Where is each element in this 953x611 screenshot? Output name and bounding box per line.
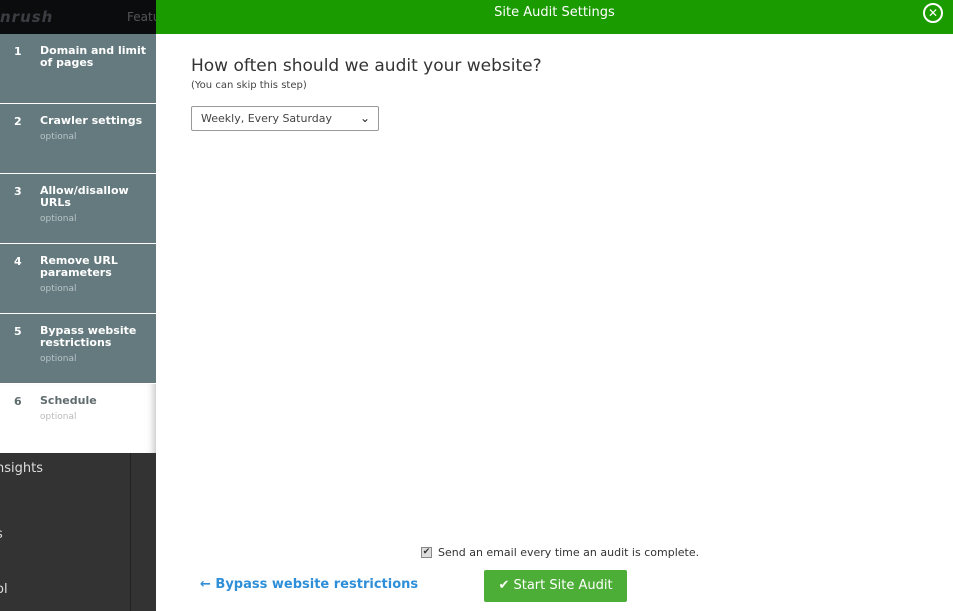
step-title: Bypass website restrictions optional <box>40 324 137 365</box>
site-audit-settings-modal: Site Audit Settings ✕ How often should w… <box>156 0 953 611</box>
sidebar-item[interactable]: ol <box>0 582 8 597</box>
email-label: Send an email every time an audit is com… <box>438 546 700 559</box>
arrow-left-icon: ← <box>200 577 216 592</box>
divider <box>130 453 131 611</box>
step-title: Allow/disallow URLs optional <box>40 184 129 225</box>
step-number: 2 <box>14 115 22 128</box>
step-url-params[interactable]: 4 Remove URL parameters optional <box>0 244 156 314</box>
step-number: 4 <box>14 255 22 268</box>
background-sidebar: nsights s ol <box>0 453 156 611</box>
step-title: Remove URL parameters optional <box>40 254 118 295</box>
step-title: Domain and limit of pages <box>40 44 146 69</box>
step-crawler[interactable]: 2 Crawler settings optional <box>0 104 156 174</box>
schedule-value: Weekly, Every Saturday <box>201 112 333 125</box>
wizard-steps: 1 Domain and limit of pages 2 Crawler sett… <box>0 34 156 453</box>
modal-title: Site Audit Settings <box>494 5 615 20</box>
step-number: 5 <box>14 325 22 338</box>
step-allow-disallow[interactable]: 3 Allow/disallow URLs optional <box>0 174 156 244</box>
step-number: 3 <box>14 185 22 198</box>
step-schedule[interactable]: 6 Schedule optional <box>0 384 156 453</box>
back-button[interactable]: ← Bypass website restrictions <box>200 577 418 592</box>
start-site-audit-button[interactable]: ✔ Start Site Audit <box>484 570 627 602</box>
sidebar-item[interactable]: s <box>0 527 3 542</box>
skip-hint: (You can skip this step) <box>191 80 307 91</box>
step-number: 1 <box>14 45 22 58</box>
step-title: Schedule optional <box>40 394 97 423</box>
schedule-select[interactable]: Weekly, Every Saturday ⌄ <box>191 106 379 131</box>
back-label: Bypass website restrictions <box>215 577 419 592</box>
sidebar-item[interactable]: nsights <box>0 461 43 476</box>
email-notification-checkbox[interactable]: ✔ Send an email every time an audit is c… <box>421 546 699 559</box>
step-title: Crawler settings optional <box>40 114 143 143</box>
step-number: 6 <box>14 395 22 408</box>
step-bypass[interactable]: 5 Bypass website restrictions optional <box>0 314 156 384</box>
logo: nrush <box>0 8 54 26</box>
close-icon[interactable]: ✕ <box>923 3 943 23</box>
checkbox-checked-icon[interactable]: ✔ <box>421 547 432 558</box>
start-label: Start Site Audit <box>513 578 613 593</box>
question-heading: How often should we audit your website? <box>191 56 542 76</box>
step-domain[interactable]: 1 Domain and limit of pages <box>0 34 156 104</box>
app-header: nrush Featu <box>0 0 160 34</box>
modal-header: Site Audit Settings ✕ <box>156 0 953 34</box>
chevron-down-icon: ⌄ <box>359 111 370 125</box>
checkmark-icon: ✔ <box>498 578 514 593</box>
